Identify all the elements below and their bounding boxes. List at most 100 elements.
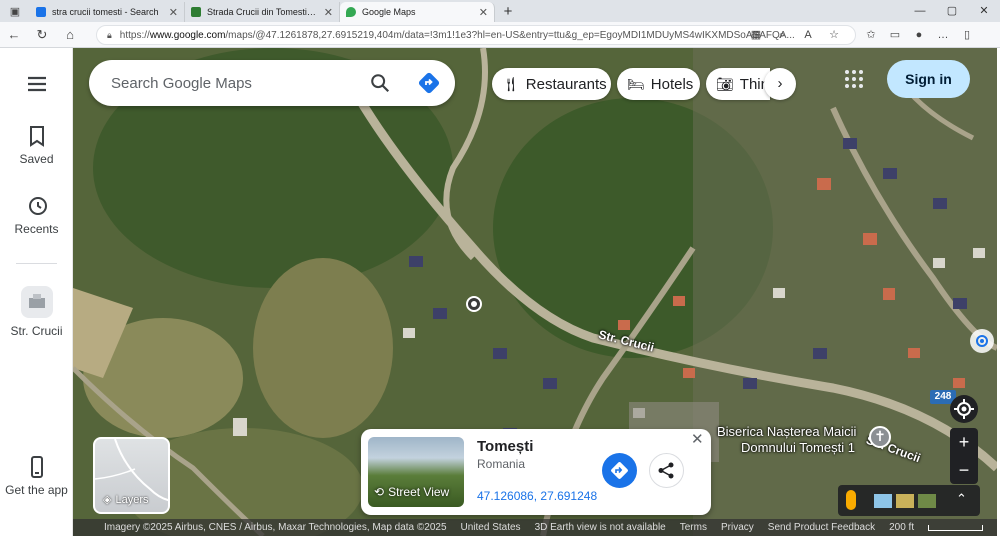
browser-tab-bar: ▣ stra crucii tomesti - Search ✕ Strada … bbox=[0, 0, 1000, 22]
place-name: Tomești bbox=[477, 438, 534, 455]
get-app-label: Get the app bbox=[5, 483, 68, 497]
place-card[interactable]: ⟲ Street View Tomești Romania 47.126086,… bbox=[361, 429, 711, 515]
favorite-star-icon[interactable]: ☆ bbox=[823, 25, 845, 45]
close-card-icon[interactable]: ✕ bbox=[691, 430, 704, 448]
bed-icon: 🛏︎ bbox=[627, 75, 645, 92]
close-window-icon[interactable]: ✕ bbox=[968, 0, 1000, 22]
chevron-right-icon: › bbox=[777, 75, 783, 92]
imagery-thumb-3[interactable] bbox=[918, 494, 936, 508]
layers-icon: ◈ bbox=[103, 494, 112, 506]
profile-icon[interactable]: ● bbox=[908, 25, 930, 45]
street-view-thumbnail[interactable]: ⟲ Street View bbox=[368, 437, 464, 507]
earth-note: 3D Earth view is not available bbox=[534, 522, 666, 533]
layers-label-group: ◈ Layers bbox=[103, 493, 149, 507]
search-icon[interactable] bbox=[369, 72, 391, 94]
google-apps-icon[interactable] bbox=[845, 70, 863, 88]
minus-icon: − bbox=[958, 460, 970, 480]
saved-label: Saved bbox=[19, 152, 54, 166]
browser-tab-2[interactable]: Strada Crucii din Tomesti, Iasi pe harta… bbox=[185, 2, 340, 22]
country-link[interactable]: United States bbox=[461, 522, 521, 533]
url-actions: ▦ ⌕ A ☆ bbox=[745, 25, 845, 45]
poi-label-line1[interactable]: Biserica Nașterea Maicii bbox=[717, 424, 856, 439]
read-aloud-icon[interactable]: A bbox=[797, 25, 819, 45]
compass-icon[interactable] bbox=[970, 329, 994, 353]
zoom-out-button[interactable]: − bbox=[950, 456, 978, 484]
directions-icon[interactable] bbox=[417, 71, 441, 95]
home-icon[interactable]: ⌂ bbox=[56, 27, 84, 42]
url-prefix: https:// bbox=[119, 29, 150, 41]
maximize-icon[interactable]: ▢ bbox=[936, 0, 968, 22]
privacy-link[interactable]: Privacy bbox=[721, 522, 754, 533]
imagery-thumb-1[interactable] bbox=[874, 494, 892, 508]
search-input[interactable]: Search Google Maps bbox=[111, 75, 252, 92]
recent-place-label: Str. Crucii bbox=[10, 324, 63, 338]
menu-button[interactable] bbox=[0, 72, 73, 100]
chip-things-to-do[interactable]: 📷︎ Things to do bbox=[706, 68, 770, 100]
back-icon[interactable]: ← bbox=[0, 27, 28, 42]
my-location-button[interactable] bbox=[950, 395, 978, 423]
pegman-icon[interactable] bbox=[846, 490, 856, 510]
search-favicon-icon bbox=[36, 7, 46, 17]
more-options-icon[interactable]: … bbox=[932, 25, 954, 45]
recent-place-item[interactable]: Str. Crucii bbox=[0, 286, 73, 338]
minimize-icon[interactable]: — bbox=[904, 0, 936, 22]
browser-tab-1[interactable]: stra crucii tomesti - Search ✕ bbox=[30, 2, 185, 22]
place-coordinates[interactable]: 47.126086, 27.691248 bbox=[477, 489, 597, 503]
refresh-icon[interactable]: ↻ bbox=[28, 27, 56, 43]
tab-actions-icon[interactable]: ▣ bbox=[0, 0, 30, 22]
plus-icon: + bbox=[958, 432, 970, 452]
saved-button[interactable]: Saved bbox=[0, 124, 73, 166]
expand-up-icon[interactable]: ⌃ bbox=[956, 491, 967, 507]
recents-button[interactable]: Recents bbox=[0, 194, 73, 236]
street-view-label: Street View bbox=[388, 485, 450, 499]
lock-icon: 🔒︎ bbox=[107, 29, 112, 40]
scale-label[interactable]: 200 ft bbox=[889, 522, 914, 533]
street-view-icon: ⟲ bbox=[374, 485, 385, 499]
zoom-icon[interactable]: ⌕ bbox=[771, 25, 793, 45]
sidebar-toggle-icon[interactable]: ▯ bbox=[956, 25, 978, 45]
chips-scroll-right-button[interactable]: › bbox=[764, 68, 796, 100]
recent-place-thumbnail bbox=[20, 286, 53, 318]
app-available-icon[interactable]: ▦ bbox=[745, 25, 767, 45]
directions-button[interactable] bbox=[602, 453, 637, 488]
url-rest: /maps/@47.1261878,27.6915219,404m/data=!… bbox=[225, 29, 795, 41]
share-button[interactable] bbox=[649, 453, 684, 488]
terms-link[interactable]: Terms bbox=[680, 522, 707, 533]
tab-title: Strada Crucii din Tomesti, Iasi pe harta bbox=[207, 7, 318, 17]
get-app-button[interactable]: Get the app bbox=[0, 455, 73, 497]
collections-icon[interactable]: ▭ bbox=[884, 25, 906, 45]
map-bottom-controls: ⌃ bbox=[838, 485, 980, 516]
browser-tab-3-active[interactable]: Google Maps ✕ bbox=[340, 2, 495, 22]
chip-label: Restaurants bbox=[525, 75, 607, 93]
fork-knife-icon: 🍴︎ bbox=[502, 75, 520, 92]
attribution-bar: Imagery ©2025 Airbus, CNES / Airbus, Max… bbox=[73, 519, 997, 536]
chip-label: Hotels bbox=[650, 75, 694, 93]
layers-label: Layers bbox=[115, 493, 149, 506]
directions-icon bbox=[611, 462, 628, 479]
place-country: Romania bbox=[477, 457, 526, 471]
sign-in-button[interactable]: Sign in bbox=[887, 60, 970, 98]
search-box[interactable]: Search Google Maps bbox=[89, 60, 455, 106]
zoom-in-button[interactable]: + bbox=[950, 428, 978, 456]
feedback-link[interactable]: Send Product Feedback bbox=[768, 522, 875, 533]
building-icon bbox=[28, 294, 45, 308]
history-icon bbox=[28, 197, 47, 215]
location-pin-icon[interactable] bbox=[466, 296, 482, 312]
new-tab-button[interactable]: + bbox=[495, 2, 521, 22]
favorites-icon[interactable]: ✩ bbox=[860, 25, 882, 45]
tab-title: stra crucii tomesti - Search bbox=[52, 7, 159, 17]
close-tab-icon[interactable]: ✕ bbox=[169, 6, 178, 19]
url-field[interactable]: 🔒︎ https://www.google.com/maps/@47.12618… bbox=[96, 25, 856, 45]
menu-icon bbox=[27, 76, 46, 92]
imagery-thumb-2[interactable] bbox=[896, 494, 914, 508]
poi-label-line2[interactable]: Domnului Tomești 1 bbox=[741, 440, 855, 455]
close-tab-icon[interactable]: ✕ bbox=[479, 6, 488, 19]
chip-restaurants[interactable]: 🍴︎ Restaurants bbox=[492, 68, 611, 100]
compass-glyph bbox=[976, 335, 988, 347]
church-poi-icon[interactable]: ✝ bbox=[869, 426, 891, 448]
chip-hotels[interactable]: 🛏︎ Hotels bbox=[617, 68, 700, 100]
share-icon bbox=[658, 462, 674, 479]
browser-toolbar: ✩ ▭ ● … ▯ bbox=[860, 25, 978, 45]
close-tab-icon[interactable]: ✕ bbox=[324, 6, 333, 19]
layers-button[interactable]: ◈ Layers bbox=[93, 437, 170, 514]
